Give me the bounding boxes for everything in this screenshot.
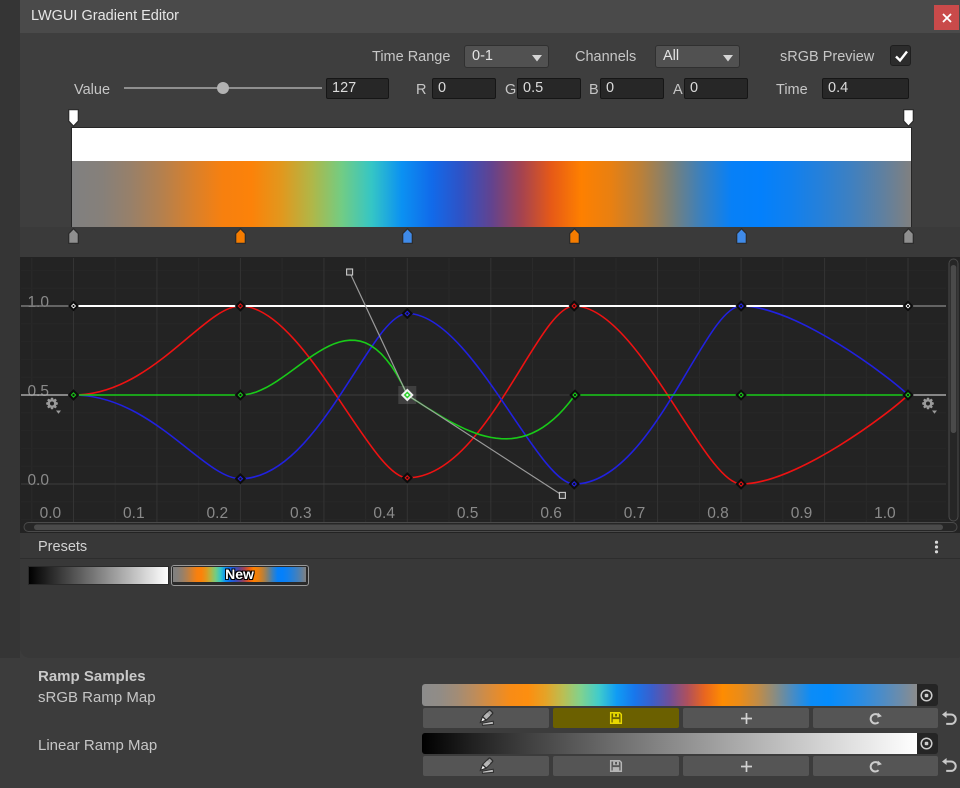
svg-text:0.4: 0.4 — [373, 505, 395, 522]
svg-text:0.0: 0.0 — [40, 505, 62, 522]
svg-text:0.3: 0.3 — [290, 505, 312, 522]
svg-text:0.7: 0.7 — [624, 505, 646, 522]
svg-text:0.1: 0.1 — [123, 505, 145, 522]
svg-text:0.5: 0.5 — [27, 383, 49, 400]
svg-text:0.0: 0.0 — [27, 472, 49, 489]
svg-text:0.8: 0.8 — [707, 505, 729, 522]
svg-text:1.0: 1.0 — [27, 294, 49, 311]
svg-text:1.0: 1.0 — [874, 505, 896, 522]
svg-text:0.6: 0.6 — [540, 505, 562, 522]
svg-text:0.9: 0.9 — [791, 505, 813, 522]
svg-text:0.5: 0.5 — [457, 505, 479, 522]
svg-text:0.2: 0.2 — [207, 505, 229, 522]
